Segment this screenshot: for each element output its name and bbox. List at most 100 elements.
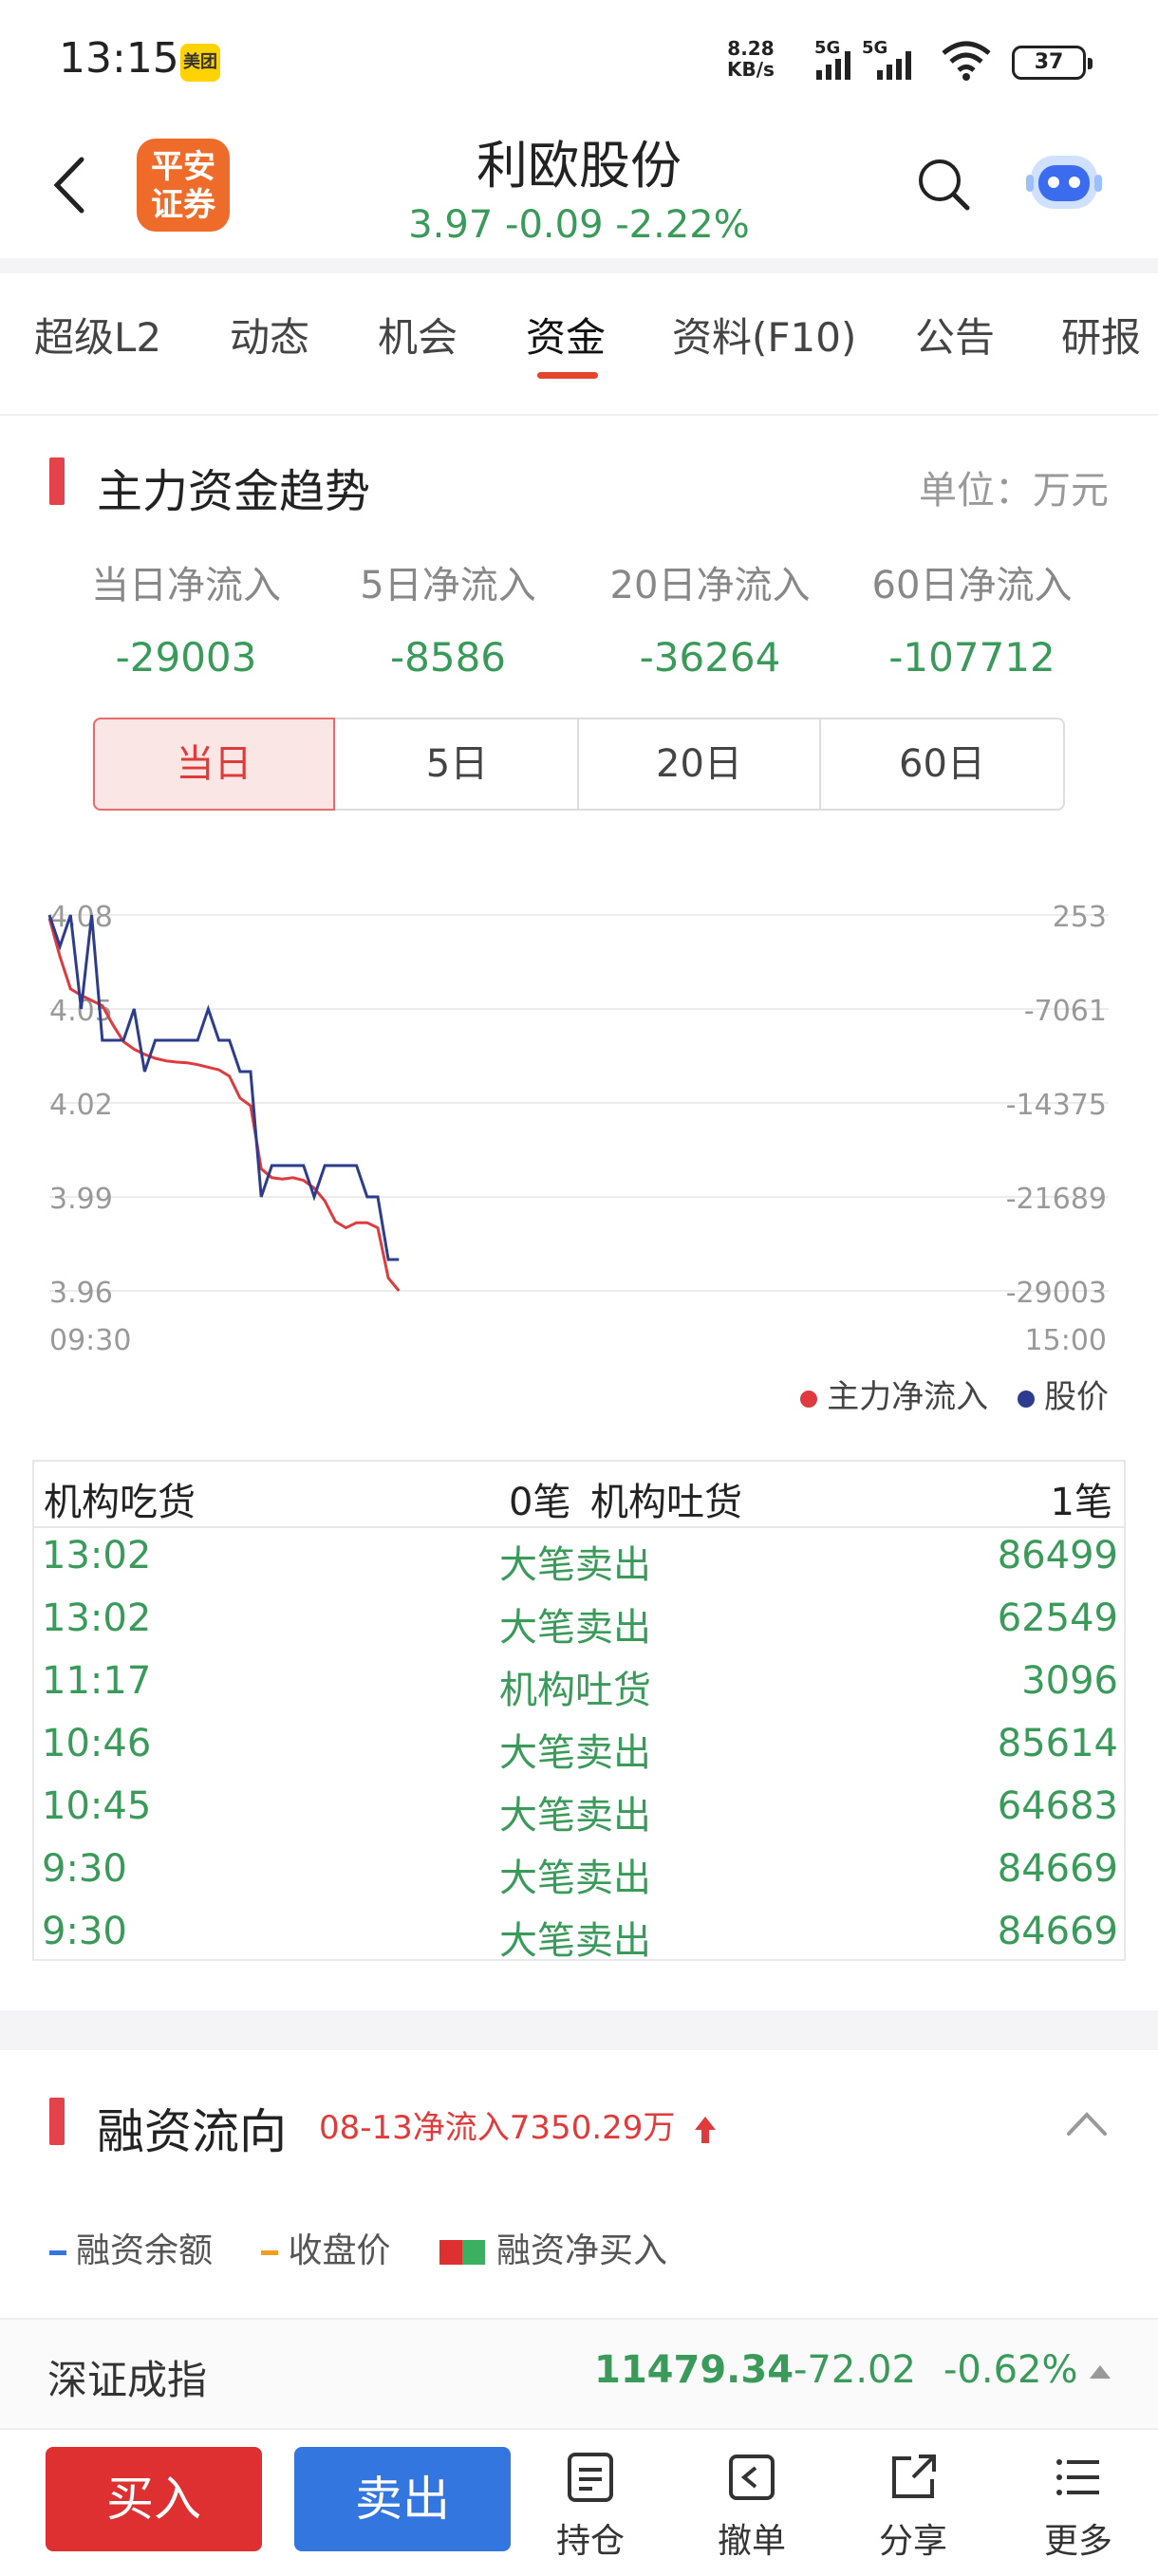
trade-volume: 3096	[1021, 1659, 1118, 1703]
tabs-divider	[0, 414, 1158, 416]
cancel-order-button[interactable]: 撤单	[695, 2449, 809, 2563]
section-marker	[49, 2098, 65, 2145]
margin-net-inflow: 08-13净流入7350.29万	[319, 2101, 718, 2148]
stat-value-today: -29003	[115, 634, 257, 681]
trade-volume: 85614	[997, 1722, 1118, 1765]
stat-label-20d: 20日净流入	[609, 564, 811, 607]
margin-note-text: 08-13净流入7350.29万	[319, 2109, 676, 2147]
undo-icon	[729, 2455, 775, 2500]
search-icon	[919, 159, 970, 211]
trade-volume: 86499	[997, 1534, 1118, 1577]
stat-value-60d: -107712	[888, 634, 1055, 681]
tab-funds[interactable]: 资金	[526, 306, 606, 364]
right-axis-tick: 253	[1053, 901, 1107, 934]
left-axis-tick: 4.08	[49, 901, 113, 934]
header-separator	[0, 258, 1158, 273]
tab-f10[interactable]: 资料(F10)	[672, 306, 856, 364]
legend-flow: 主力净流入	[827, 1378, 989, 1416]
holdings-button[interactable]: 持仓	[533, 2449, 647, 2563]
menu-icon	[1056, 2459, 1099, 2495]
trade-time: 10:45	[42, 1784, 152, 1828]
index-change-pct: -0.62%	[943, 2348, 1078, 2392]
right-axis-tick: -14375	[1006, 1089, 1107, 1122]
legend-dot-price	[1018, 1390, 1035, 1408]
legend-price: 股价	[1044, 1378, 1109, 1416]
more-button[interactable]: 更多	[1021, 2449, 1135, 2563]
status-time: 13:15	[59, 34, 179, 83]
index-change: -72.02	[794, 2348, 916, 2392]
stock-name: 利欧股份	[476, 136, 682, 196]
stock-price: 3.97	[408, 203, 494, 247]
wifi-icon	[940, 40, 993, 85]
legend-close: 收盘价	[288, 2231, 391, 2270]
tab-opportunity[interactable]: 机会	[378, 306, 458, 364]
legend-line-close	[261, 2249, 279, 2255]
period-60d[interactable]: 60日	[821, 719, 1063, 809]
table-row: 11:17 机构吐货 3096	[34, 1652, 1124, 1714]
buy-label: 机构吃货	[44, 1481, 196, 1524]
share-label: 分享	[878, 2522, 947, 2561]
buy-count: 0笔	[509, 1481, 571, 1524]
section-title: 主力资金趋势	[97, 465, 371, 518]
status-bar: 13:15 美团 8.28 KB/s 5G 5G 37	[0, 0, 1158, 123]
left-axis-tick: 3.96	[49, 1277, 113, 1310]
cancel-order-label: 撤单	[717, 2522, 786, 2561]
document-icon	[568, 2453, 613, 2502]
buy-button[interactable]: 买入	[46, 2447, 262, 2551]
trade-time: 13:02	[42, 1596, 152, 1640]
trade-time: 10:46	[42, 1722, 152, 1765]
chevron-up-icon	[1067, 2112, 1107, 2136]
unit-label: 单位：万元	[919, 469, 1109, 513]
network-speed: 8.28 KB/s	[727, 38, 775, 80]
holdings-label: 持仓	[555, 2522, 625, 2561]
tab-announcements[interactable]: 公告	[915, 306, 995, 364]
sell-button[interactable]: 卖出	[294, 2447, 511, 2551]
tab-dynamics[interactable]: 动态	[230, 306, 309, 364]
trade-type: 大笔卖出	[499, 1794, 651, 1838]
search-button[interactable]	[915, 156, 972, 213]
meituan-app-icon: 美团	[180, 44, 220, 82]
institution-trade-table: 机构吃货 0笔 机构吐货 1笔 13:02 大笔卖出 86499 13:02 大笔卖出 6…	[32, 1460, 1126, 1963]
stat-label-today: 当日净流入	[91, 564, 281, 607]
share-button[interactable]: 分享	[856, 2449, 970, 2563]
legend-balance: 融资余额	[76, 2231, 214, 2270]
x-axis-start: 09:30	[49, 1324, 131, 1357]
table-row: 9:30 大笔卖出 84669	[34, 1902, 1124, 1965]
left-axis-tick: 3.99	[49, 1183, 113, 1216]
tab-research[interactable]: 研报	[1061, 306, 1141, 364]
period-today[interactable]: 当日	[93, 718, 335, 811]
net-speed-value: 8.28	[727, 37, 775, 60]
period-5d[interactable]: 5日	[337, 719, 579, 809]
robot-assistant-button[interactable]	[1025, 146, 1103, 215]
battery-icon: 37	[1012, 46, 1093, 80]
trade-type: 机构吐货	[499, 1669, 651, 1712]
trade-type: 大笔卖出	[499, 1731, 651, 1775]
robot-icon	[1026, 156, 1102, 209]
trade-volume: 84669	[997, 1910, 1118, 1953]
margin-legend: 融资余额 收盘价 融资净买入	[49, 2223, 667, 2272]
arrow-up-icon	[695, 2116, 717, 2143]
table-row: 10:46 大笔卖出 85614	[34, 1714, 1124, 1777]
x-axis-end: 15:00	[1025, 1324, 1107, 1357]
share-icon	[892, 2455, 936, 2498]
index-name: 深证成指	[47, 2357, 208, 2403]
legend-swatch-red	[439, 2240, 462, 2265]
chart-svg: 4.084.054.023.993.96253-7061-14375-21689…	[47, 901, 1109, 1357]
trade-time: 11:17	[42, 1659, 152, 1703]
period-20d[interactable]: 20日	[579, 719, 821, 809]
right-axis-tick: -29003	[1006, 1277, 1107, 1310]
tab-super-l2[interactable]: 超级L2	[34, 306, 161, 364]
right-axis-tick: -7061	[1024, 995, 1107, 1028]
collapse-button[interactable]	[1063, 2105, 1111, 2143]
table-row: 10:45 大笔卖出 64683	[34, 1777, 1124, 1839]
trade-type: 大笔卖出	[499, 1543, 651, 1587]
table-row: 9:30 大笔卖出 84669	[34, 1839, 1124, 1902]
expand-up-icon[interactable]	[1088, 2363, 1112, 2384]
table-row: 13:02 大笔卖出 86499	[34, 1526, 1124, 1589]
trade-volume: 64683	[997, 1784, 1118, 1828]
trade-time: 9:30	[42, 1847, 127, 1891]
left-axis-tick: 4.02	[49, 1089, 113, 1122]
tab-bar: 超级L2 动态 机会 资金 资料(F10) 公告 研报	[0, 273, 1158, 406]
period-selector: 当日 5日 20日 60日	[93, 718, 1065, 811]
table-row: 13:02 大笔卖出 62549	[34, 1589, 1124, 1652]
